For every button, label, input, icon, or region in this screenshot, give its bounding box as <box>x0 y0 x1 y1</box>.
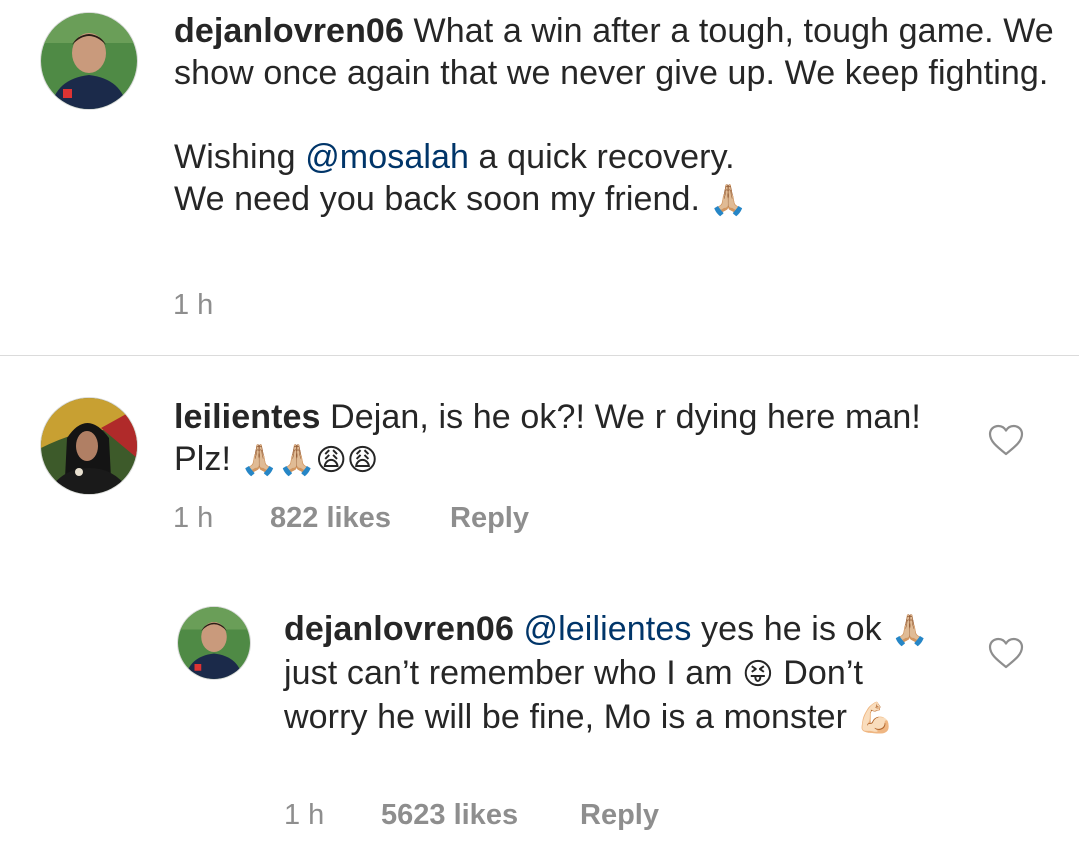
praying-hands-emoji: 🙏🏼 <box>891 613 929 648</box>
comment-emoji: 🙏🏼🙏🏼😩😩 <box>240 443 379 478</box>
reply-username[interactable]: dejanlovren06 <box>284 610 514 648</box>
tongue-face-emoji: 😝 <box>742 657 774 692</box>
comment-timestamp[interactable]: 1 h <box>173 500 213 536</box>
heart-outline-icon[interactable] <box>988 424 1024 456</box>
caption-text-2-post: a quick recovery. <box>469 138 735 176</box>
reply-author-avatar[interactable] <box>178 607 250 679</box>
comment-text: leilientes Dejan, is he ok?! We r dying … <box>174 396 974 482</box>
caption-text-3: We need you back soon my friend. <box>174 180 701 218</box>
caption-text-2-pre: Wishing <box>174 138 306 176</box>
reply-body-a: yes he is ok <box>700 610 882 648</box>
reply-body-b: just can’t remember who I am <box>284 654 733 692</box>
reply-button[interactable]: Reply <box>580 797 659 833</box>
divider <box>0 355 1079 356</box>
post-caption: dejanlovren06 What a win after a tough, … <box>174 10 1054 222</box>
commenter-avatar[interactable] <box>41 398 137 494</box>
praying-hands-emoji: 🙏🏼 <box>709 183 748 218</box>
mention-link[interactable]: @leilientes <box>524 610 692 648</box>
mention-link[interactable]: @mosalah <box>305 138 469 176</box>
reply-timestamp[interactable]: 1 h <box>284 797 324 833</box>
reply-text: dejanlovren06 @leilientes yes he is ok 🙏… <box>284 608 944 740</box>
author-avatar[interactable] <box>41 13 137 109</box>
reply-button[interactable]: Reply <box>450 500 529 536</box>
likes-count[interactable]: 822 likes <box>270 500 391 536</box>
caption-username[interactable]: dejanlovren06 <box>174 12 404 50</box>
flexed-bicep-emoji: 💪🏻 <box>856 701 895 736</box>
caption-timestamp[interactable]: 1 h <box>173 287 213 323</box>
likes-count[interactable]: 5623 likes <box>381 797 518 833</box>
heart-outline-icon[interactable] <box>988 637 1024 669</box>
comment-username[interactable]: leilientes <box>174 398 321 436</box>
